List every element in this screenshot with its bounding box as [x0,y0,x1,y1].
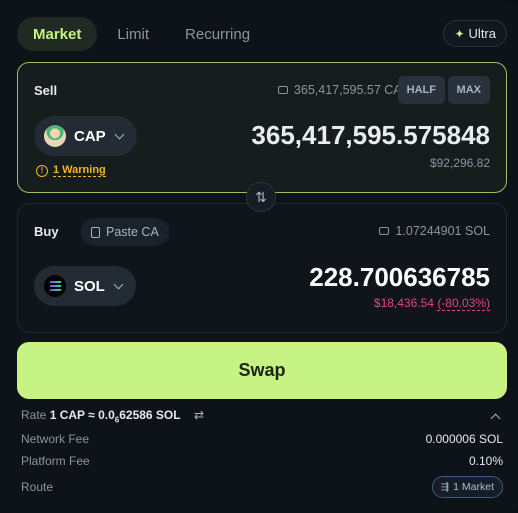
route-value: 1 Market [453,481,494,493]
warning-text: 1 Warning [53,164,106,177]
buy-balance-text: 1.07244901 SOL [395,224,490,238]
paste-ca-button[interactable]: Paste CA [81,218,169,246]
sell-token-name: CAP [74,127,106,145]
buy-token-selector[interactable]: SOL [34,266,136,306]
chevron-up-icon[interactable] [490,413,501,424]
buy-usd-value: $18,436.54 (-80.03%) [373,296,490,311]
ultra-button[interactable]: ✦ Ultra [443,20,507,47]
buy-card: Buy Paste CA 1.07244901 SOL SOL 228.7006… [17,203,507,333]
rate-info[interactable]: Rate 1 CAP ≈ 0.0662586 SOL ⇄ [21,408,204,424]
sell-token-selector[interactable]: CAP [34,116,137,156]
buy-label: Buy [34,224,59,239]
network-fee-label: Network Fee [21,432,90,446]
warning-icon: ! [36,164,48,177]
sell-label: Sell [34,83,58,98]
route-badge[interactable]: ⇶ 1 Market [431,476,503,498]
cap-token-icon [44,125,66,147]
tab-limit[interactable]: Limit [101,17,165,51]
tab-recurring[interactable]: Recurring [169,17,266,51]
rate-row: Rate 1 CAP ≈ 0.0662586 SOL ⇄ [21,408,503,424]
swap-widget: Market Limit Recurring ✦ Ultra Sell 365,… [0,0,518,513]
platform-fee-label: Platform Fee [21,454,90,468]
sol-token-icon [44,275,66,297]
buy-amount-output: 228.700636785 [309,262,490,292]
route-icon: ⇶ [440,481,450,493]
sell-balance-text: 365,417,595.57 CAP [293,83,410,97]
max-button[interactable]: MAX [447,76,490,104]
chevron-down-icon [114,129,125,139]
wallet-icon [277,86,288,94]
route-row: Route ⇶ 1 Market [21,476,503,498]
swap-button[interactable]: Swap [17,342,507,399]
paste-ca-label: Paste CA [106,225,159,239]
buy-balance: 1.07244901 SOL [379,224,490,238]
sell-amount-input[interactable]: 365,417,595.575848 [251,120,490,151]
ultra-label: Ultra [468,26,496,41]
wallet-icon [379,227,390,235]
sell-balance[interactable]: 365,417,595.57 CAP [277,83,410,97]
platform-fee-value: 0.10% [468,454,503,468]
chevron-down-icon [113,279,124,289]
switch-direction-button[interactable]: ⇅ [246,182,276,212]
route-label: Route [21,480,54,494]
buy-usd-text: $18,436.54 [373,296,434,310]
order-type-tabs: Market Limit Recurring [17,17,270,51]
network-fee-row: Network Fee 0.000006 SOL [21,432,503,446]
clipboard-icon [91,226,100,238]
warning-badge[interactable]: ! 1 Warning [36,164,106,177]
rate-value: 1 CAP ≈ 0.0662586 SOL [49,408,181,425]
tab-market[interactable]: Market [17,17,98,51]
platform-fee-row: Platform Fee 0.10% [21,454,503,468]
half-button[interactable]: HALF [397,76,445,104]
buy-token-name: SOL [74,277,105,295]
sell-usd-value: $92,296.82 [429,156,490,170]
swap-arrows-icon: ⇅ [255,188,267,205]
invert-rate-icon[interactable]: ⇄ [194,408,204,422]
sparkle-icon: ✦ [454,26,465,41]
rate-label: Rate [21,408,47,422]
price-impact: (-80.03%) [437,296,490,311]
network-fee-value: 0.000006 SOL [425,432,503,446]
sell-card: Sell 365,417,595.57 CAP HALF MAX CAP 365… [17,62,507,193]
